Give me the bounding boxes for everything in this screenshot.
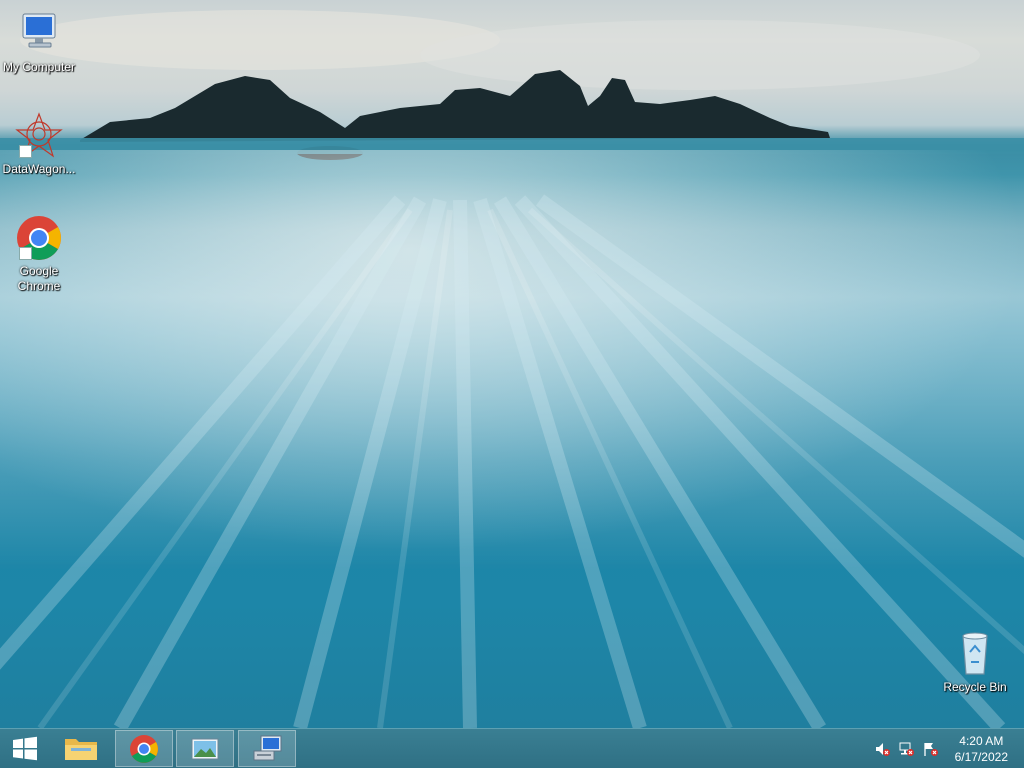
chrome-icon bbox=[15, 214, 63, 262]
tray-volume[interactable] bbox=[874, 741, 890, 757]
desktop-wallpaper: My Computer DataWagon... Google Chrome R… bbox=[0, 0, 1024, 728]
shortcut-arrow-icon bbox=[19, 145, 32, 158]
desktop-icon-label: DataWagon... bbox=[2, 162, 76, 176]
taskbar: 4:20 AM 6/17/2022 bbox=[0, 728, 1024, 768]
taskbar-chrome[interactable] bbox=[115, 730, 173, 767]
computer-network-icon bbox=[253, 735, 282, 761]
recycle-bin-icon bbox=[951, 630, 999, 678]
tray-network[interactable] bbox=[898, 741, 914, 757]
speaker-muted-icon bbox=[876, 743, 890, 756]
desktop-icon-google-chrome[interactable]: Google Chrome bbox=[0, 214, 78, 294]
computer-icon bbox=[15, 10, 63, 58]
taskbar-clock[interactable]: 4:20 AM 6/17/2022 bbox=[955, 733, 1008, 765]
desktop-icon-my-computer[interactable]: My Computer bbox=[0, 10, 78, 75]
desktop-icon-label: Google Chrome bbox=[17, 264, 61, 293]
folder-icon bbox=[65, 739, 97, 760]
taskbar-remote-desktop[interactable] bbox=[238, 730, 296, 767]
clock-date: 6/17/2022 bbox=[954, 750, 1008, 764]
picture-icon bbox=[191, 738, 219, 760]
network-error-icon bbox=[899, 742, 914, 756]
start-button[interactable] bbox=[4, 730, 46, 767]
taskbar-file-explorer[interactable] bbox=[56, 730, 106, 767]
wallpaper-seascape bbox=[0, 10, 1024, 728]
clock-time: 4:20 AM bbox=[959, 734, 1004, 748]
chrome-icon bbox=[130, 735, 158, 763]
shortcut-arrow-icon bbox=[19, 247, 32, 260]
taskbar-photo-viewer[interactable] bbox=[176, 730, 234, 767]
desktop-icon-datawagon[interactable]: DataWagon... bbox=[0, 112, 78, 177]
desktop-icon-label: Recycle Bin bbox=[943, 680, 1007, 694]
tray-action-center[interactable] bbox=[922, 741, 938, 757]
action-center-flag-icon bbox=[924, 743, 938, 756]
datawagon-icon bbox=[15, 112, 63, 160]
desktop-icon-recycle-bin[interactable]: Recycle Bin bbox=[936, 630, 1014, 695]
windows-start-icon bbox=[13, 736, 37, 761]
desktop-icon-label: My Computer bbox=[2, 60, 76, 74]
